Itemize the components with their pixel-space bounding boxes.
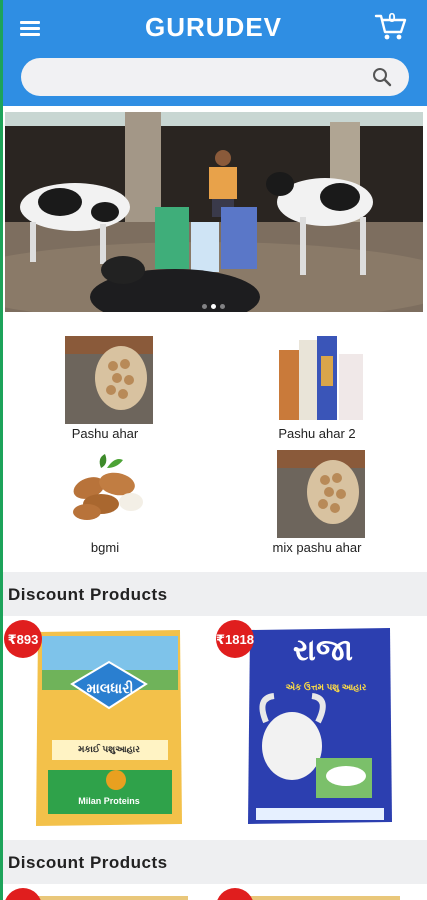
banner-image [5,112,423,312]
carousel-dots [0,296,427,314]
carousel-dot-active[interactable] [211,304,216,309]
bag-brand: Milan Proteins [78,796,140,806]
product-card[interactable]: ₹1818 રાજા એક ઉત્તમ પશુ આહાર [216,620,416,830]
product-bag-image [38,896,188,900]
peanut-feed-image [277,450,365,538]
product-card[interactable]: ₹200 [4,888,204,900]
search-bar [21,58,409,98]
app-title: GURUDEV [144,12,282,42]
price-badge: ₹1818 [216,620,254,658]
price-badge: ₹893 [4,620,42,658]
category-grid: Pashu ahar Pashu ahar 2 bgmi mix pashu a… [5,318,427,570]
category-item[interactable]: bgmi [5,432,205,555]
product-card[interactable]: ₹192 [216,888,416,900]
product-bag-image [250,896,400,900]
app-bar: GURUDEV 0 [0,0,427,106]
category-label: mix pashu ahar [272,540,362,555]
bag-title: માલધારી [86,680,134,696]
bag-title: રાજા [293,634,353,667]
price-badge: ₹192 [216,888,254,900]
section-title: Discount Products [8,585,168,604]
product-card[interactable]: ₹893 માલધારી મકાઈ પશુઆહાર Milan Proteins [4,620,204,830]
peanut-feed-image [65,336,153,424]
cart-count: 0 [388,10,396,25]
cart-button[interactable]: 0 [374,10,408,42]
banner-carousel[interactable] [5,112,423,312]
section-header: Discount Products [0,840,427,884]
bag-subtitle: મકાઈ પશુઆહાર [78,744,140,754]
search-input[interactable] [39,58,373,98]
carousel-dot[interactable] [220,304,225,309]
category-item[interactable]: Pashu ahar [5,318,205,441]
section-header: Discount Products [0,572,427,616]
price-badge: ₹200 [4,888,42,900]
section-title: Discount Products [8,853,168,872]
almonds-image [65,450,153,538]
carousel-dot[interactable] [202,304,207,309]
category-item[interactable]: mix pashu ahar [217,432,417,555]
bag-subtitle: એક ઉત્તમ પશુ આહાર [285,682,367,692]
search-icon[interactable] [371,66,393,88]
left-edge-accent [0,0,3,900]
category-item[interactable]: Pashu ahar 2 [217,318,417,441]
category-label: bgmi [90,540,120,555]
feed-packets-image [277,336,365,424]
